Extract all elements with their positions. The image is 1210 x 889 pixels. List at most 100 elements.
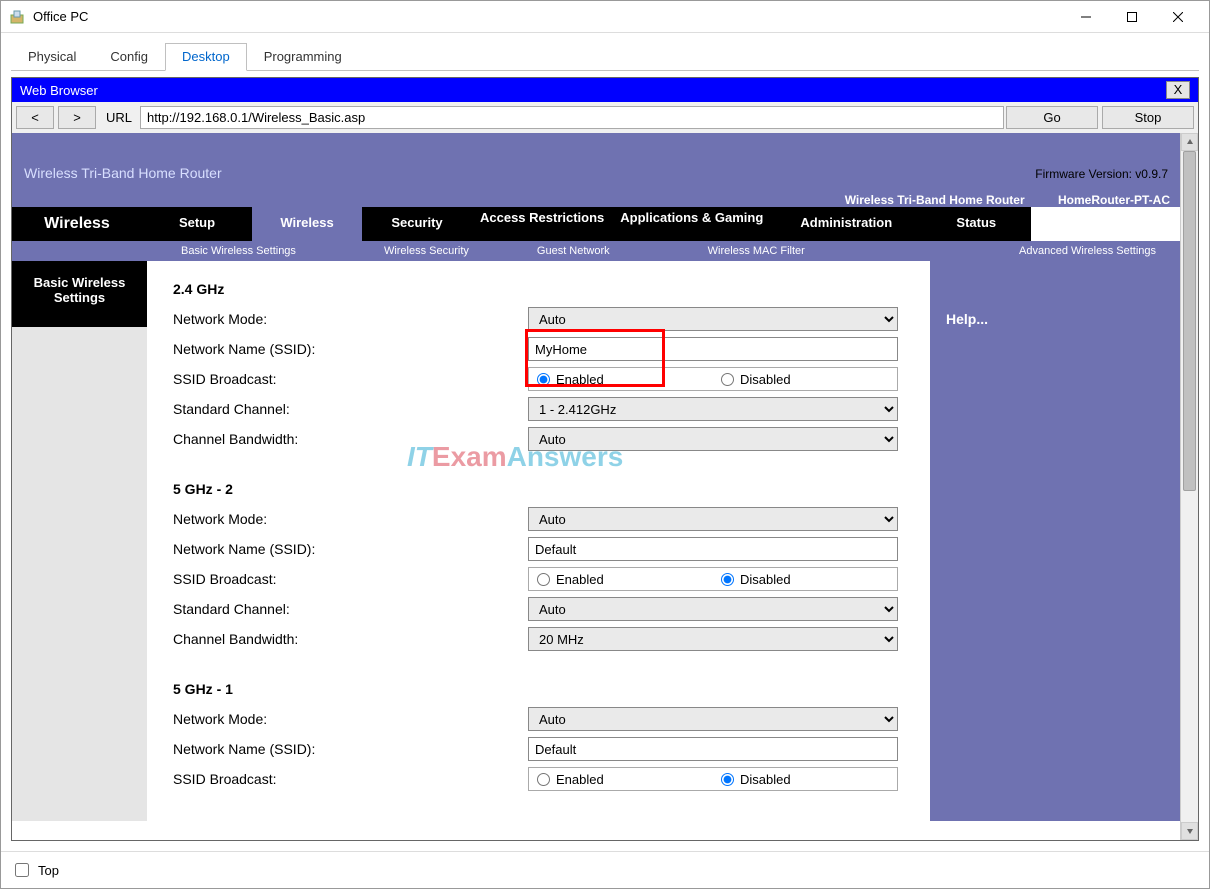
scroll-up-icon[interactable] <box>1181 133 1198 151</box>
section-title: Wireless <box>12 207 142 241</box>
bandwidth-select[interactable]: Auto <box>528 427 898 451</box>
broadcast-radio-enabled[interactable] <box>537 373 550 386</box>
broadcast-radio-disabled[interactable] <box>721 373 734 386</box>
config-row: SSID Broadcast:EnabledDisabled <box>173 565 922 593</box>
config-label: Network Name (SSID): <box>173 541 528 557</box>
config-row: Network Name (SSID): <box>173 735 922 763</box>
channel-select[interactable]: 1 - 2.412GHz <box>528 397 898 421</box>
broadcast-option-disabled[interactable]: Disabled <box>713 568 897 590</box>
network-mode-select[interactable]: Auto <box>528 707 898 731</box>
back-button[interactable]: < <box>16 106 54 129</box>
network-mode-select[interactable]: Auto <box>528 507 898 531</box>
scroll-track[interactable] <box>1181 151 1198 822</box>
config-label: SSID Broadcast: <box>173 371 528 387</box>
band-title: 2.4 GHz <box>173 281 922 297</box>
tab-wireless[interactable]: Wireless <box>252 207 362 241</box>
router-body: Basic Wireless Settings ITExamAnswers 2.… <box>12 261 1180 821</box>
bottom-bar: Top <box>1 851 1209 888</box>
config-label: Network Name (SSID): <box>173 341 528 357</box>
config-row: Network Name (SSID): <box>173 535 922 563</box>
broadcast-radio-enabled[interactable] <box>537 573 550 586</box>
router-model-line: Wireless Tri-Band Home Router HomeRouter… <box>12 191 1180 207</box>
config-label: Network Name (SSID): <box>173 741 528 757</box>
forward-button[interactable]: > <box>58 106 96 129</box>
tab-security[interactable]: Security <box>362 207 472 241</box>
tab-desktop[interactable]: Desktop <box>165 43 247 71</box>
router-banner-text: Wireless Tri-Band Home Router <box>24 165 222 181</box>
broadcast-option-disabled[interactable]: Disabled <box>713 768 897 790</box>
band-title: 5 GHz - 1 <box>173 681 922 697</box>
config-label: SSID Broadcast: <box>173 571 528 587</box>
config-label: Network Mode: <box>173 511 528 527</box>
router-nav: Wireless Tri-Band Home Router HomeRouter… <box>12 191 1180 261</box>
top-label: Top <box>38 863 59 878</box>
router-main-tabs: Wireless Setup Wireless Security Access … <box>12 207 1180 241</box>
broadcast-option-enabled[interactable]: Enabled <box>529 368 713 390</box>
config-label: Network Mode: <box>173 311 528 327</box>
broadcast-radio-disabled[interactable] <box>721 573 734 586</box>
router-sub-tabs: Basic Wireless Settings Wireless Securit… <box>12 241 1180 261</box>
config-row: Standard Channel:Auto <box>173 595 922 623</box>
top-checkbox[interactable] <box>15 863 29 877</box>
scroll-down-icon[interactable] <box>1181 822 1198 840</box>
vertical-scrollbar[interactable] <box>1180 133 1198 840</box>
subtab-basic[interactable]: Basic Wireless Settings <box>167 243 310 259</box>
browser-titlebar: Web Browser X <box>12 78 1198 102</box>
tab-programming[interactable]: Programming <box>247 43 359 70</box>
tab-physical[interactable]: Physical <box>11 43 93 70</box>
tab-access-restrictions[interactable]: Access Restrictions <box>472 207 612 241</box>
scroll-thumb[interactable] <box>1183 151 1196 491</box>
browser-title-text: Web Browser <box>20 83 1166 98</box>
tab-setup[interactable]: Setup <box>142 207 252 241</box>
page-body: Wireless Tri-Band Home Router Firmware V… <box>12 133 1180 840</box>
config-label: Network Mode: <box>173 711 528 727</box>
tab-administration[interactable]: Administration <box>771 207 921 241</box>
ssid-input[interactable] <box>528 537 898 561</box>
tab-config[interactable]: Config <box>93 43 165 70</box>
titlebar: Office PC <box>1 1 1209 33</box>
config-label: Standard Channel: <box>173 401 528 417</box>
broadcast-radio-enabled[interactable] <box>537 773 550 786</box>
network-mode-select[interactable]: Auto <box>528 307 898 331</box>
broadcast-option-enabled[interactable]: Enabled <box>529 768 713 790</box>
window-title: Office PC <box>33 9 1063 24</box>
config-label: SSID Broadcast: <box>173 771 528 787</box>
ssid-input[interactable] <box>528 337 898 361</box>
app-tabs: Physical Config Desktop Programming <box>11 43 1199 71</box>
url-label: URL <box>98 106 140 129</box>
ssid-input[interactable] <box>528 737 898 761</box>
maximize-button[interactable] <box>1109 2 1155 32</box>
channel-select[interactable]: Auto <box>528 597 898 621</box>
subtab-guest[interactable]: Guest Network <box>523 243 624 259</box>
tab-applications-gaming[interactable]: Applications & Gaming <box>612 207 771 241</box>
broadcast-option-enabled[interactable]: Enabled <box>529 568 713 590</box>
config-row: SSID Broadcast:EnabledDisabled <box>173 365 922 393</box>
subtab-macfilter[interactable]: Wireless MAC Filter <box>694 243 819 259</box>
close-button[interactable] <box>1155 2 1201 32</box>
config-row: Standard Channel:1 - 2.412GHz <box>173 395 922 423</box>
band-block: 5 GHz - 2Network Mode:AutoNetwork Name (… <box>173 481 922 653</box>
config-row: SSID Broadcast:EnabledDisabled <box>173 765 922 793</box>
broadcast-radio-disabled[interactable] <box>721 773 734 786</box>
browser-close-button[interactable]: X <box>1166 81 1190 99</box>
config-label: Standard Channel: <box>173 601 528 617</box>
minimize-button[interactable] <box>1063 2 1109 32</box>
broadcast-option-disabled[interactable]: Disabled <box>713 368 897 390</box>
url-input[interactable] <box>140 106 1004 129</box>
bandwidth-select[interactable]: 20 MHz <box>528 627 898 651</box>
settings-column: ITExamAnswers 2.4 GHzNetwork Mode:AutoNe… <box>147 261 930 821</box>
config-row: Channel Bandwidth:Auto <box>173 425 922 453</box>
stop-button[interactable]: Stop <box>1102 106 1194 129</box>
app-window: Office PC Physical Config Desktop Progra… <box>0 0 1210 889</box>
config-label: Channel Bandwidth: <box>173 631 528 647</box>
firmware-version: Firmware Version: v0.9.7 <box>1035 167 1168 181</box>
window-controls <box>1063 2 1201 32</box>
go-button[interactable]: Go <box>1006 106 1098 129</box>
tab-status[interactable]: Status <box>921 207 1031 241</box>
config-row: Network Mode:Auto <box>173 705 922 733</box>
help-link[interactable]: Help... <box>946 311 988 327</box>
subtab-security[interactable]: Wireless Security <box>370 243 483 259</box>
subtab-advanced[interactable]: Advanced Wireless Settings <box>1005 243 1170 259</box>
web-browser: Web Browser X < > URL Go Stop Wireless T… <box>11 77 1199 841</box>
band-block: 2.4 GHzNetwork Mode:AutoNetwork Name (SS… <box>173 281 922 453</box>
